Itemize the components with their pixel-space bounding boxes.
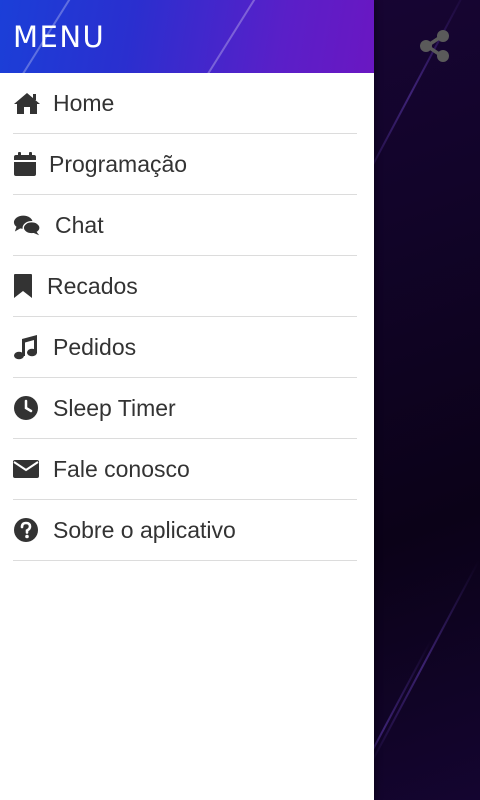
menu-item-label: Fale conosco	[53, 455, 190, 482]
menu-item-sobre[interactable]: Sobre o aplicativo	[13, 500, 357, 561]
menu-item-label: Sleep Timer	[53, 394, 176, 421]
drawer-title: MENU	[13, 20, 106, 54]
background-streak	[365, 560, 480, 773]
menu-item-label: Chat	[55, 211, 104, 238]
navigation-drawer: MENU Home Programação Chat Recados Pedid…	[0, 0, 374, 800]
calendar-icon	[13, 150, 41, 178]
question-circle-icon	[13, 516, 41, 544]
menu-item-label: Programação	[49, 150, 188, 177]
menu-item-label: Pedidos	[53, 333, 137, 360]
menu-item-recados[interactable]: Recados	[13, 256, 357, 317]
menu-item-chat[interactable]: Chat	[13, 195, 357, 256]
drawer-header: MENU	[0, 0, 374, 73]
menu-item-home[interactable]: Home	[13, 73, 357, 134]
share-button[interactable]	[415, 28, 455, 68]
header-streak	[196, 0, 256, 73]
menu-item-label: Home	[53, 89, 115, 116]
menu-item-fale-conosco[interactable]: Fale conosco	[13, 439, 357, 500]
app-screen: MENU Home Programação Chat Recados Pedid…	[0, 0, 480, 800]
menu-item-sleep-timer[interactable]: Sleep Timer	[13, 378, 357, 439]
chat-bubbles-icon	[13, 211, 41, 239]
clock-icon	[13, 394, 41, 422]
home-icon	[13, 89, 41, 117]
bookmark-icon	[13, 272, 41, 300]
menu-list: Home Programação Chat Recados Pedidos Sl…	[0, 73, 374, 561]
share-icon	[417, 28, 453, 69]
menu-item-label: Recados	[47, 272, 138, 299]
menu-item-label: Sobre o aplicativo	[53, 516, 236, 543]
music-note-icon	[13, 333, 41, 361]
menu-item-programacao[interactable]: Programação	[13, 134, 357, 195]
envelope-icon	[13, 455, 41, 483]
menu-item-pedidos[interactable]: Pedidos	[13, 317, 357, 378]
